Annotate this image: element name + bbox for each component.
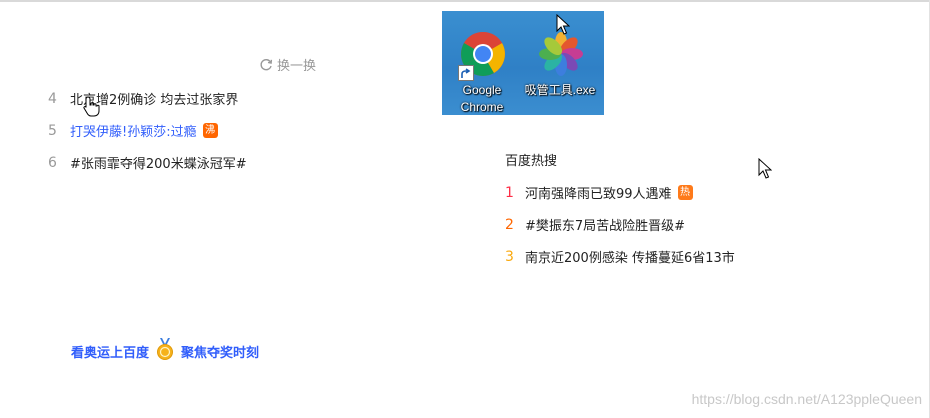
hot-search-link[interactable]: #樊振东7局苦战险胜晋级# (525, 215, 685, 234)
rank-number: 2 (505, 216, 514, 233)
chrome-label-line1: Google (462, 83, 502, 97)
hot-search-link[interactable]: 南京近200例感染 传播蔓延6省13市 (525, 247, 735, 266)
olympic-promo-link[interactable]: 看奥运上百度 聚焦夺奖时刻 (71, 338, 259, 364)
top-border (0, 0, 930, 2)
chrome-label: Google Chrome (442, 82, 522, 116)
rank-number: 3 (505, 248, 514, 265)
hand-cursor-icon (82, 96, 102, 122)
hot-badge: 热 (677, 185, 693, 200)
promo-right-text: 聚焦夺奖时刻 (181, 345, 260, 361)
hot-item-link[interactable]: 打哭伊藤!孙颖莎:过瘾 (70, 121, 197, 140)
hot-search-title: 百度热搜 (505, 154, 558, 169)
rank-number: 5 (48, 122, 57, 139)
refresh-icon (259, 58, 273, 72)
rank-number: 1 (505, 184, 514, 201)
hot-search-item[interactable]: 3 南京近200例感染 传播蔓延6省13市 (505, 247, 735, 267)
rank-number: 6 (48, 154, 57, 171)
hot-item-link[interactable]: #张雨霏夺得200米蝶泳冠军# (70, 153, 247, 172)
refresh-label: 换一换 (277, 59, 317, 74)
promo-left-text: 看奥运上百度 (71, 345, 150, 361)
refresh-button[interactable]: 换一换 (259, 55, 316, 74)
shortcut-arrow-icon (458, 65, 474, 81)
desktop-icons-area: Google Chrome 吸管工具.exe (442, 11, 604, 115)
hot-list-item[interactable]: 5 打哭伊藤!孙颖莎:过瘾 沸 (48, 121, 218, 140)
pipette-label-line1: 吸管工具.exe (524, 83, 596, 97)
hot-search-link[interactable]: 河南强降雨已致99人遇难 (525, 183, 672, 202)
hot-list-item[interactable]: 6 #张雨霏夺得200米蝶泳冠军# (48, 153, 247, 173)
boil-badge: 沸 (202, 123, 218, 138)
hot-search-item[interactable]: 1 河南强降雨已致99人遇难 热 (505, 183, 693, 202)
chrome-shortcut[interactable]: Google Chrome (442, 11, 522, 115)
watermark: https://blog.csdn.net/A123ppleQueen (691, 391, 922, 407)
arrow-cursor-icon (556, 13, 571, 40)
medal-icon (155, 338, 175, 364)
arrow-cursor-icon (758, 157, 773, 184)
rank-number: 4 (48, 90, 57, 107)
hot-list-item[interactable]: 4 北京增2例确诊 均去过张家界 (48, 89, 238, 109)
pipette-tool-label: 吸管工具.exe (520, 82, 600, 99)
hot-search-item[interactable]: 2 #樊振东7局苦战险胜晋级# (505, 215, 685, 235)
chrome-label-line2: Chrome (460, 100, 504, 114)
